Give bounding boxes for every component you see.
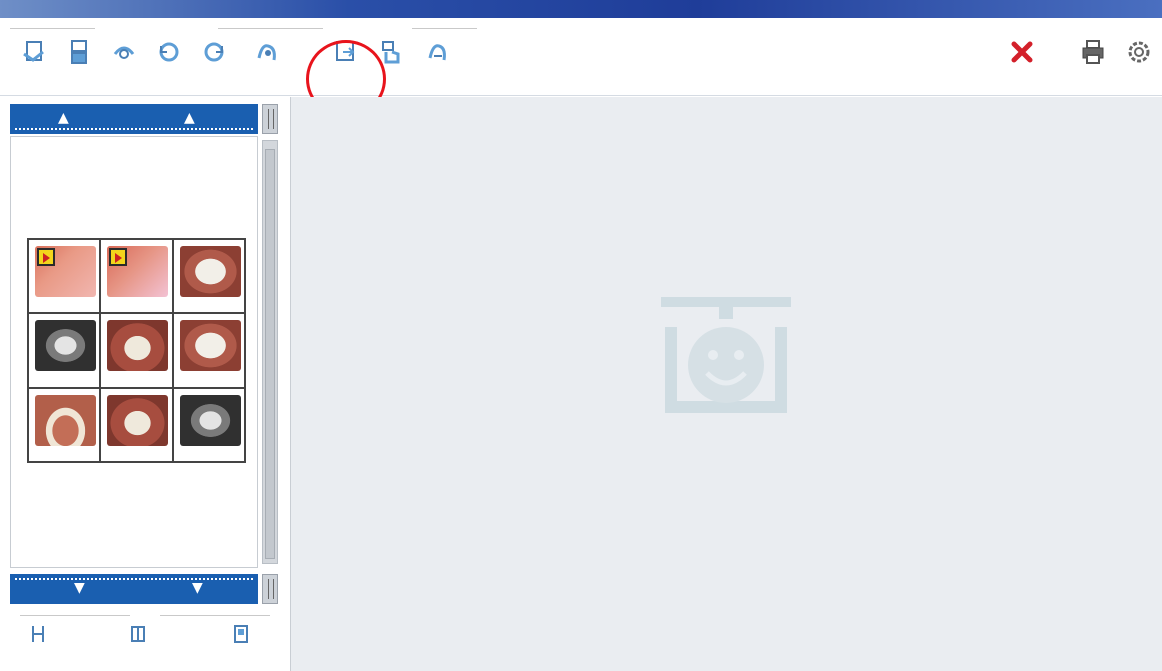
gear-icon bbox=[1128, 41, 1150, 63]
printer-icon bbox=[1082, 40, 1104, 64]
rotate-right-icon bbox=[204, 42, 224, 62]
thumbnail-panel: ▲ ▲ ▼ ▼ bbox=[10, 100, 282, 671]
scroll-handle-bottom[interactable] bbox=[262, 574, 278, 604]
layout-icon bbox=[131, 626, 145, 642]
thumbnail[interactable] bbox=[172, 239, 245, 314]
thumbnail[interactable] bbox=[172, 313, 245, 388]
scroll-up-icon[interactable]: ▲ bbox=[184, 110, 195, 126]
thumbnail-image bbox=[35, 394, 96, 446]
title-bar bbox=[0, 0, 1162, 18]
rotate-left-icon bbox=[159, 42, 179, 62]
video-icon bbox=[109, 248, 128, 266]
thumbnail-image bbox=[35, 246, 96, 297]
vertical-scrollbar[interactable] bbox=[262, 140, 278, 564]
scroll-down-icon[interactable]: ▼ bbox=[74, 580, 85, 596]
tool-button-1[interactable] bbox=[15, 38, 53, 90]
scroll-down-bar[interactable]: ▼ ▼ bbox=[10, 574, 258, 604]
logo-watermark-icon bbox=[661, 297, 791, 413]
tool-button-6[interactable] bbox=[248, 38, 286, 90]
scroll-up-icon[interactable]: ▲ bbox=[58, 110, 69, 126]
dotted-divider bbox=[15, 128, 253, 130]
view-button[interactable] bbox=[216, 624, 266, 660]
split-view-icon bbox=[32, 626, 44, 642]
thumbnail[interactable] bbox=[28, 387, 101, 462]
image-viewer[interactable] bbox=[290, 97, 1162, 671]
tooth-tool-icon bbox=[257, 44, 276, 61]
tool-button-4[interactable] bbox=[150, 38, 188, 90]
thumbnail-image bbox=[107, 246, 169, 297]
thumbnail-image bbox=[107, 320, 169, 372]
thumbnail-image bbox=[35, 320, 96, 372]
group-divider bbox=[412, 28, 477, 29]
thumbnail-image bbox=[179, 246, 241, 297]
tool-button-5[interactable] bbox=[195, 38, 233, 90]
group-divider bbox=[10, 28, 95, 29]
scroll-down-icon[interactable]: ▼ bbox=[192, 580, 203, 596]
print-button[interactable] bbox=[1074, 38, 1112, 90]
thumbnail-image bbox=[107, 394, 169, 446]
tool-button-9[interactable] bbox=[418, 38, 456, 90]
thumbnail[interactable] bbox=[100, 387, 173, 462]
thumbnail[interactable] bbox=[100, 239, 173, 314]
view-icon bbox=[234, 625, 248, 643]
group-divider bbox=[160, 615, 270, 616]
flip-vertical-icon bbox=[71, 40, 87, 64]
tooth-manage-icon bbox=[428, 44, 446, 61]
split-view-button[interactable] bbox=[13, 624, 63, 660]
scrollbar-thumb[interactable] bbox=[265, 149, 275, 559]
scroll-up-bar[interactable]: ▲ ▲ bbox=[10, 104, 258, 134]
thumbnail-image bbox=[179, 320, 241, 372]
group-divider bbox=[20, 615, 130, 616]
dotted-divider bbox=[15, 578, 253, 580]
thumbnail-image bbox=[179, 394, 241, 446]
tool-button-3[interactable] bbox=[105, 38, 143, 90]
thumbnail[interactable] bbox=[28, 239, 101, 314]
group-divider bbox=[218, 28, 323, 29]
layout-button[interactable] bbox=[113, 624, 163, 660]
close-icon bbox=[1011, 41, 1033, 63]
thumbnail[interactable] bbox=[28, 313, 101, 388]
video-icon bbox=[37, 248, 55, 266]
image-edit-icon bbox=[23, 41, 44, 62]
scroll-handle-top[interactable] bbox=[262, 104, 278, 134]
thumbnail-grid bbox=[27, 238, 246, 463]
flip-horizontal-icon bbox=[113, 46, 135, 59]
thumbnail[interactable] bbox=[172, 387, 245, 462]
toolbar bbox=[0, 18, 1162, 118]
thumbnail[interactable] bbox=[100, 313, 173, 388]
settings-button[interactable] bbox=[1120, 38, 1158, 90]
tool-button-2[interactable] bbox=[60, 38, 98, 90]
close-button[interactable] bbox=[1003, 38, 1041, 90]
